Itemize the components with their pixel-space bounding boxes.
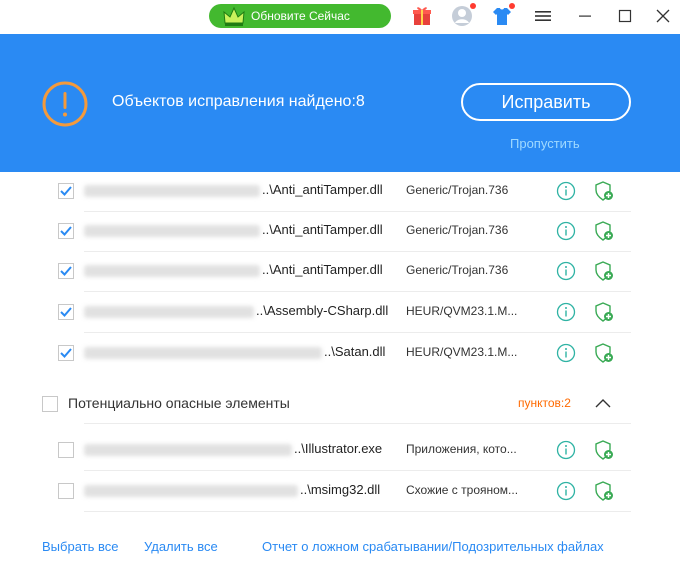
threat-name: Generic/Trojan.736 [406, 223, 509, 237]
file-name: ..\Assembly-CSharp.dll [256, 303, 389, 318]
minimize-icon[interactable] [574, 5, 596, 27]
list-item[interactable]: ..\Illustrator.exe Приложения, кото... [0, 430, 680, 471]
results-banner: Объектов исправления найдено:8 Исправить… [0, 34, 680, 172]
blurred-path [84, 347, 322, 359]
potentially-dangerous-group[interactable]: Потенциально опасные элементы пунктов:2 [0, 384, 680, 424]
file-name: ..\Illustrator.exe [294, 441, 383, 456]
list-item[interactable]: ..\Assembly-CSharp.dll HEUR/QVM23.1.M... [0, 292, 680, 333]
threat-name: Приложения, кото... [406, 442, 517, 456]
avatar-notification-dot [470, 3, 476, 9]
file-name: ..\Anti_antiTamper.dll [262, 262, 383, 277]
group-count: пунктов:2 [518, 396, 571, 410]
title-bar: Обновите Сейчас [0, 0, 680, 34]
trust-shield-icon[interactable] [593, 342, 615, 364]
blurred-path [84, 306, 254, 318]
info-icon[interactable] [556, 302, 576, 322]
row-divider [84, 511, 631, 512]
warning-icon [42, 81, 88, 127]
select-all-link[interactable]: Выбрать все [42, 539, 118, 554]
update-now-button[interactable]: Обновите Сейчас [209, 4, 391, 28]
trust-shield-icon[interactable] [593, 260, 615, 282]
trust-shield-icon[interactable] [593, 439, 615, 461]
threat-name: HEUR/QVM23.1.M... [406, 345, 518, 359]
list-item[interactable]: ..\Anti_antiTamper.dll Generic/Trojan.73… [0, 211, 680, 252]
update-now-label: Обновите Сейчас [251, 9, 350, 23]
delete-all-link[interactable]: Удалить все [144, 539, 218, 554]
trust-shield-icon[interactable] [593, 301, 615, 323]
list-item[interactable]: ..\Anti_antiTamper.dll Generic/Trojan.73… [0, 251, 680, 292]
file-name: ..\Satan.dll [324, 344, 386, 359]
trust-shield-icon[interactable] [593, 180, 615, 202]
chevron-up-icon[interactable] [594, 396, 612, 410]
skip-link[interactable]: Пропустить [510, 136, 580, 151]
trust-shield-icon[interactable] [593, 220, 615, 242]
item-checkbox[interactable] [58, 345, 74, 361]
avatar-icon[interactable] [451, 5, 473, 27]
info-icon[interactable] [556, 261, 576, 281]
threat-name: HEUR/QVM23.1.M... [406, 304, 518, 318]
fix-button[interactable]: Исправить [461, 83, 631, 121]
threat-name: Схожие с трояном... [406, 483, 519, 497]
list-item[interactable]: ..\Anti_antiTamper.dll Generic/Trojan.73… [0, 171, 680, 212]
gift-icon[interactable] [411, 5, 433, 27]
file-name: ..\Anti_antiTamper.dll [262, 182, 383, 197]
maximize-icon[interactable] [614, 5, 636, 27]
found-count-message: Объектов исправления найдено:8 [112, 93, 365, 110]
file-name: ..\msimg32.dll [300, 482, 381, 497]
false-positive-report-link[interactable]: Отчет о ложном срабатывании/Подозрительн… [262, 539, 604, 554]
item-checkbox[interactable] [58, 263, 74, 279]
item-checkbox[interactable] [58, 183, 74, 199]
trust-shield-icon[interactable] [593, 480, 615, 502]
list-item[interactable]: ..\Satan.dll HEUR/QVM23.1.M... [0, 333, 680, 374]
blurred-path [84, 265, 260, 277]
info-icon[interactable] [556, 221, 576, 241]
shirt-notification-dot [509, 3, 515, 9]
group-checkbox[interactable] [42, 396, 58, 412]
info-icon[interactable] [556, 440, 576, 460]
list-item[interactable]: ..\msimg32.dll Схожие с трояном... [0, 471, 680, 512]
row-divider [84, 423, 631, 424]
threat-name: Generic/Trojan.736 [406, 263, 509, 277]
info-icon[interactable] [556, 181, 576, 201]
item-checkbox[interactable] [58, 442, 74, 458]
file-name: ..\Anti_antiTamper.dll [262, 222, 383, 237]
info-icon[interactable] [556, 481, 576, 501]
group-label: Потенциально опасные элементы [68, 395, 290, 411]
crown-icon [223, 6, 245, 26]
blurred-path [84, 185, 260, 197]
close-icon[interactable] [652, 5, 674, 27]
info-icon[interactable] [556, 343, 576, 363]
blurred-path [84, 444, 292, 456]
item-checkbox[interactable] [58, 483, 74, 499]
item-checkbox[interactable] [58, 223, 74, 239]
blurred-path [84, 485, 298, 497]
threat-name: Generic/Trojan.736 [406, 183, 509, 197]
blurred-path [84, 225, 260, 237]
menu-icon[interactable] [535, 9, 551, 23]
item-checkbox[interactable] [58, 304, 74, 320]
